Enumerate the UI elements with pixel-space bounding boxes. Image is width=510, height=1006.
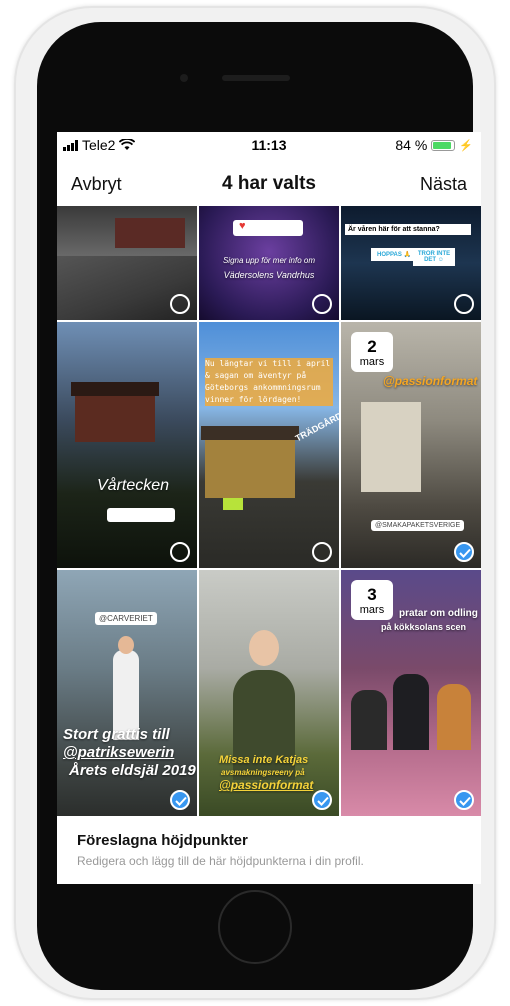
roof-shape: [71, 382, 159, 396]
person-head: [118, 636, 134, 654]
person-shape: [437, 684, 471, 750]
date-day: 2: [367, 337, 377, 356]
page-title: 4 har valts: [222, 173, 316, 194]
person-shape: [393, 674, 429, 750]
story-thumbnail[interactable]: Nu längtar vi till i april & sagan om äv…: [199, 322, 339, 568]
story-thumbnail[interactable]: Missa inte Katjas avsmakningsreeny på @p…: [199, 570, 339, 816]
story-thumbnail[interactable]: @CARVERIET Stort grattis till @patriksew…: [57, 570, 197, 816]
story-thumbnail[interactable]: ♥ Signa upp för mer info om Vädersolens …: [199, 206, 339, 320]
story-thumbnail[interactable]: 3 mars pratar om odling på kökksolans sc…: [341, 570, 481, 816]
select-circle[interactable]: [312, 294, 332, 314]
story-caption: avsmakningsreeny på: [221, 768, 305, 777]
suggested-highlights-subtitle: Redigera och lägg till de här höjdpunkte…: [77, 854, 364, 868]
story-caption: Nu längtar vi till i april & sagan om äv…: [205, 358, 333, 406]
date-badge: 2 mars: [351, 332, 393, 372]
next-button[interactable]: Nästa: [420, 174, 467, 195]
screen: Tele2 11:13 84 % ⚡ Avbryt 4 har valts Nä…: [57, 132, 481, 884]
house-shape: [205, 438, 295, 498]
story-grid: ♥ Signa upp för mer info om Vädersolens …: [57, 206, 481, 818]
poll-question: Är våren här för att stanna?: [345, 224, 471, 235]
charging-icon: ⚡: [459, 139, 473, 152]
select-circle-checked[interactable]: [170, 790, 190, 810]
checkmark-icon: [317, 796, 329, 806]
chair-shape: [223, 498, 243, 510]
story-caption: @patriksewerin: [63, 744, 175, 761]
story-tag: TRÄDGÅRD: [293, 410, 339, 444]
select-circle[interactable]: [170, 294, 190, 314]
suggested-highlights-panel: Föreslagna höjdpunkter Redigera och lägg…: [57, 818, 481, 884]
date-day: 3: [367, 585, 377, 604]
story-caption: Vädersolens Vandrhus: [223, 270, 315, 280]
suggested-highlights-title: Föreslagna höjdpunkter: [77, 832, 248, 849]
story-caption: @passionformat: [219, 778, 314, 792]
roof-shape: [201, 426, 299, 440]
mention-sticker: @CARVERIET: [95, 612, 157, 625]
story-caption: Vårtecken: [97, 477, 170, 494]
checkmark-icon: [459, 548, 471, 558]
navigation-bar: Avbryt 4 har valts Nästa: [57, 162, 481, 206]
checkmark-icon: [175, 796, 187, 806]
person-shape: [351, 690, 387, 750]
story-caption: Missa inte Katjas: [219, 754, 309, 766]
house-shape: [75, 392, 155, 442]
story-caption: pratar om odling: [399, 608, 478, 619]
stall-shape: [361, 402, 421, 492]
story-caption: @passionformat: [383, 374, 478, 388]
story-caption: på kökksolans scen: [381, 622, 467, 632]
select-circle-checked[interactable]: [312, 790, 332, 810]
dock-shape: [115, 218, 185, 248]
date-badge: 3 mars: [351, 580, 393, 620]
story-thumbnail[interactable]: Är våren här för att stanna? HOPPAS 🙏 TR…: [341, 206, 481, 320]
person-head: [249, 630, 279, 666]
poll-option-no: TROR INTE DET ☺: [413, 248, 455, 266]
slider-sticker: [107, 508, 175, 522]
select-circle[interactable]: [454, 294, 474, 314]
battery-percent: 84 %: [395, 137, 428, 153]
heart-icon: ♥: [239, 220, 246, 232]
earpiece-speaker: [222, 75, 290, 81]
story-thumbnail[interactable]: [57, 206, 197, 320]
status-bar: Tele2 11:13 84 % ⚡: [57, 132, 481, 156]
date-month: mars: [359, 356, 385, 368]
story-caption: Stort grattis till: [63, 726, 170, 743]
battery-icon: [431, 139, 456, 151]
story-caption: Årets eldsjäl 2019: [69, 762, 196, 779]
select-circle-checked[interactable]: [454, 790, 474, 810]
mention-sticker: @SMAKAPAKETSVERIGE: [371, 520, 465, 531]
poll-option-yes: HOPPAS 🙏: [371, 248, 417, 261]
story-thumbnail[interactable]: 2 mars @passionformat @SMAKAPAKETSVERIGE: [341, 322, 481, 568]
select-circle[interactable]: [312, 542, 332, 562]
front-camera: [180, 74, 188, 82]
home-button[interactable]: [218, 890, 292, 964]
checkmark-icon: [459, 796, 471, 806]
story-caption: Signa upp för mer info om: [222, 256, 316, 265]
date-month: mars: [359, 604, 385, 616]
story-thumbnail[interactable]: Vårtecken: [57, 322, 197, 568]
select-circle-checked[interactable]: [454, 542, 474, 562]
select-circle[interactable]: [170, 542, 190, 562]
